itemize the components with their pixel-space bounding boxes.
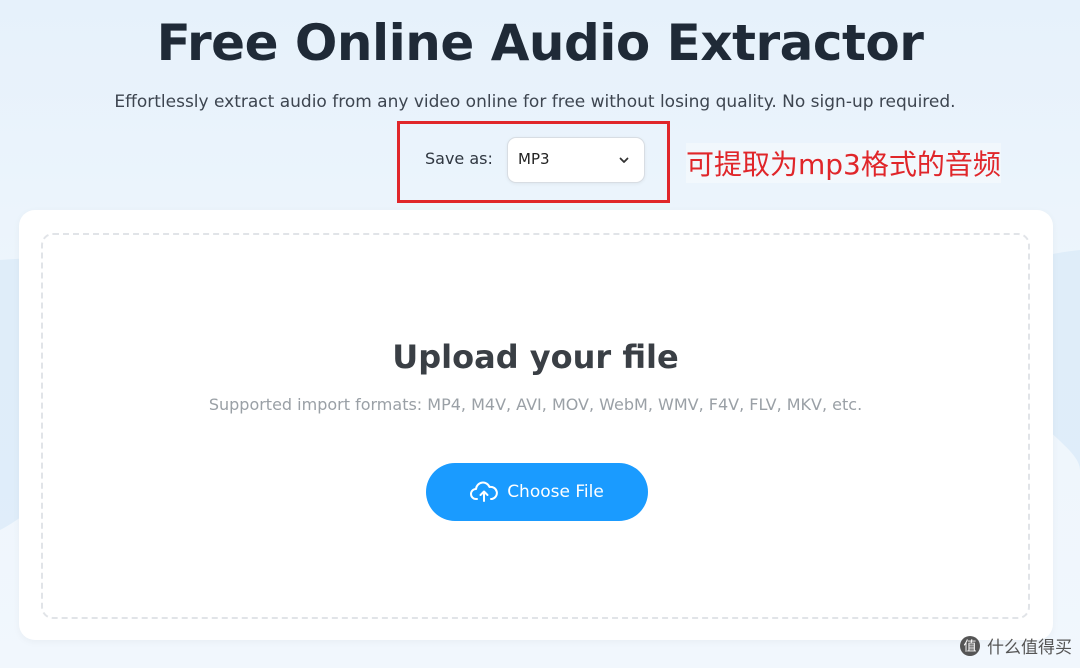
format-select[interactable]: MP3 xyxy=(507,137,645,183)
upload-title: Upload your file xyxy=(392,338,679,376)
watermark-text: 什么值得买 xyxy=(987,638,1072,658)
format-select-value: MP3 xyxy=(518,150,550,168)
upload-card: Upload your file Supported import format… xyxy=(19,210,1053,640)
cloud-upload-icon xyxy=(470,481,499,502)
choose-file-label: Choose File xyxy=(507,482,604,502)
chevron-down-icon xyxy=(619,157,629,163)
choose-file-button[interactable]: Choose File xyxy=(426,463,648,521)
page-subtitle: Effortlessly extract audio from any vide… xyxy=(114,92,956,112)
watermark: 值 什么值得买 xyxy=(959,633,1072,658)
upload-dropzone[interactable]: Upload your file Supported import format… xyxy=(41,233,1030,619)
zhide-logo-icon: 值 xyxy=(960,635,980,656)
svg-text:值: 值 xyxy=(963,638,976,654)
supported-formats-text: Supported import formats: MP4, M4V, AVI,… xyxy=(208,395,863,414)
save-as-label: Save as: xyxy=(425,149,493,168)
page-title: Free Online Audio Extractor xyxy=(156,14,924,72)
annotation-text: 可提取为mp3格式的音频 xyxy=(686,143,1001,183)
